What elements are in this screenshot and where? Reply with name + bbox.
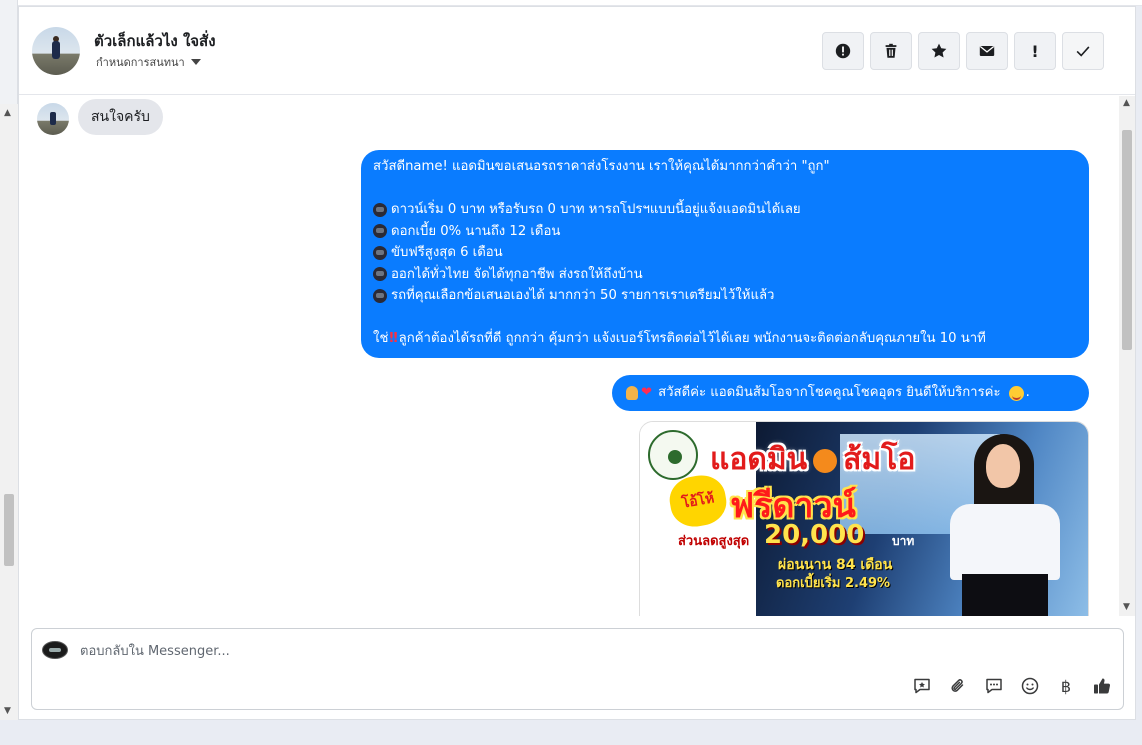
promo-rate: ดอกเบี้ยเริ่ม 2.49% [776, 576, 891, 591]
emoji-button[interactable] [1019, 675, 1041, 697]
pray-emoji-icon [626, 386, 638, 400]
attachment-icon [951, 679, 964, 692]
message-list[interactable]: สนใจครับ สวัสดีname! แอดมินขอเสนอรถราคาส… [19, 96, 1119, 616]
scroll-up-arrow-icon[interactable]: ▲ [1123, 98, 1130, 108]
scroll-up-arrow-icon[interactable]: ▲ [4, 108, 11, 118]
outgoing-offer-message[interactable]: สวัสดีname! แอดมินขอเสนอรถราคาส่งโรงงาน … [361, 150, 1089, 358]
scroll-down-arrow-icon[interactable]: ▼ [4, 706, 11, 716]
heart-emoji-icon: ❤ [641, 385, 653, 401]
baht-icon: ฿ [1060, 676, 1072, 696]
saved-reply-button[interactable] [911, 675, 933, 697]
offer-bullet: ออกได้ทั่วไทย จัดได้ทุกอาชีพ ส่งรถให้ถึง… [373, 264, 1077, 286]
incoming-message[interactable]: สนใจครับ [78, 99, 163, 135]
sender-avatar [37, 103, 69, 135]
offer-closing: ใช่ ‼ ลูกค้าต้องได้รถที่ดี ถูกกว่า คุ้มกว่… [373, 328, 1077, 350]
like-button[interactable] [1091, 675, 1113, 697]
outgoing-welcome-message[interactable]: ❤ สวัสดีค่ะ แอดมินส้มโอจากโชคคูณโชคอุดร … [612, 375, 1089, 411]
promo-amount: 20,000 [764, 520, 865, 550]
left-scrollbar-thumb[interactable] [4, 494, 14, 566]
chat-bubble-icon [986, 678, 1002, 694]
offer-bullet: รถที่คุณเลือกข้อเสนอเองได้ มากกว่า 50 รา… [373, 285, 1077, 307]
reply-input[interactable] [80, 641, 680, 661]
message-list-scrollbar[interactable]: ▲ ▼ [1119, 96, 1135, 616]
follow-up-button[interactable]: ! [1014, 32, 1056, 70]
promo-title: แอดมิน ส้มโอ [710, 442, 916, 477]
offer-bullet: ดาวน์เริ่ม 0 บาท หรือรับรถ 0 บาท หารถโปร… [373, 199, 1077, 221]
promo-amount-unit: บาท [892, 534, 915, 548]
welcome-text: สวัสดีค่ะ แอดมินส้มโอจากโชคคูณโชคอุดร ยิ… [658, 385, 1001, 401]
offer-greeting: สวัสดีname! แอดมินขอเสนอรถราคาส่งโรงงาน … [373, 159, 830, 174]
orange-fruit-icon [813, 448, 838, 473]
alert-circle-icon [835, 43, 851, 59]
star-icon [931, 43, 947, 58]
mark-unread-button[interactable] [966, 32, 1008, 70]
scroll-down-arrow-icon[interactable]: ▼ [1123, 602, 1130, 612]
attach-file-button[interactable] [947, 675, 969, 697]
chat-header: ตัวเล็กแล้วไง ใจสั่ง กำหนดการสนทนา ! [19, 7, 1135, 95]
smiling-face-emoji-icon [1008, 385, 1024, 401]
car-emoji-icon [373, 245, 387, 260]
car-emoji-icon [373, 224, 387, 239]
envelope-icon [979, 46, 995, 56]
like-icon [1094, 678, 1111, 694]
welcome-suffix: . [1025, 385, 1030, 401]
composer-tools: ฿ [911, 675, 1113, 697]
header-actions: ! [822, 32, 1104, 70]
conversation-panel: ตัวเล็กแล้วไง ใจสั่ง กำหนดการสนทนา ! สนใ… [18, 6, 1136, 720]
payment-button[interactable]: ฿ [1055, 675, 1077, 697]
caret-down-icon [190, 59, 201, 65]
car-emoji-icon [373, 267, 387, 282]
user-avatar[interactable] [32, 27, 80, 75]
saved-reply-icon [914, 678, 930, 694]
double-exclamation-icon: ‼ [389, 331, 398, 346]
car-emoji-icon [373, 288, 387, 303]
assign-conversation-dropdown[interactable]: กำหนดการสนทนา [96, 53, 201, 71]
dealer-logo [648, 430, 698, 480]
reply-composer: ฿ [31, 628, 1124, 710]
offer-bullet: ดอกเบี้ย 0% นานถึง 12 เดือน [373, 221, 1077, 243]
chat-bubble-button[interactable] [983, 675, 1005, 697]
user-name[interactable]: ตัวเล็กแล้วไง ใจสั่ง [94, 29, 216, 53]
offer-bullet: ขับฟรีสูงสุด 6 เดือน [373, 242, 1077, 264]
star-button[interactable] [918, 32, 960, 70]
assign-conversation-label: กำหนดการสนทนา [96, 56, 185, 69]
promo-image[interactable]: แอดมิน ส้มโอ โอ้โห้ ฟรีดาวน์ ส่วนลดสูงสุด… [639, 421, 1089, 616]
left-scrollbar[interactable] [0, 104, 18, 720]
exclamation-icon: ! [1031, 41, 1039, 61]
page-avatar [42, 641, 68, 659]
mark-spam-button[interactable] [822, 32, 864, 70]
message-list-scrollbar-thumb[interactable] [1122, 130, 1132, 350]
promo-discount-label: ส่วนลดสูงสุด [678, 534, 750, 549]
check-icon [1076, 46, 1090, 57]
trash-icon [885, 43, 897, 58]
emoji-icon [1021, 677, 1039, 695]
car-emoji-icon [373, 202, 387, 217]
delete-button[interactable] [870, 32, 912, 70]
mark-done-button[interactable] [1062, 32, 1104, 70]
